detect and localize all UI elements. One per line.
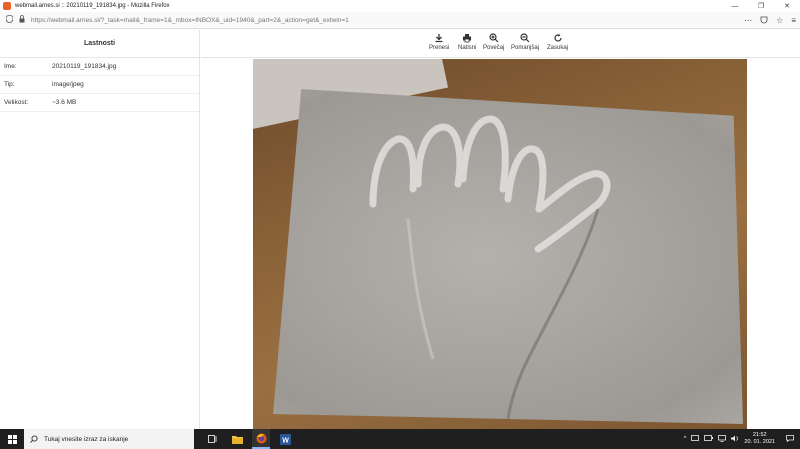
- bookmark-star-icon[interactable]: ☆: [776, 16, 783, 25]
- url-path: /?_task=mail&_frame=1&_mbox=INBOX&_uid=1…: [98, 16, 349, 24]
- firefox-favicon-icon: [3, 2, 11, 10]
- word-taskbar-button[interactable]: W: [276, 429, 294, 449]
- properties-header: Lastnosti: [0, 30, 199, 58]
- properties-panel: Lastnosti Ime: 20210119_191834.jpg Tip: …: [0, 30, 200, 429]
- windows-logo-icon: [7, 434, 17, 444]
- property-value: 20210119_191834.jpg: [52, 63, 117, 70]
- tray-volume-icon[interactable]: [731, 435, 739, 444]
- start-button[interactable]: [0, 429, 24, 449]
- page-actions-icon[interactable]: ⋯: [744, 16, 752, 25]
- menu-icon[interactable]: ≡: [791, 16, 796, 25]
- property-value: image/jpeg: [52, 81, 84, 88]
- property-label: Tip:: [4, 81, 15, 88]
- search-placeholder: Tukaj vnesite izraz za iskanje: [44, 435, 129, 443]
- task-view-icon: [208, 435, 217, 443]
- window-title: webmail.arnes.si :: 20210119_191834.jpg …: [15, 3, 170, 9]
- property-label: Velikost:: [4, 99, 29, 106]
- firefox-icon: [256, 433, 266, 443]
- notifications-icon[interactable]: [786, 434, 794, 444]
- zoom-out-label: Pomanjšaj: [511, 45, 540, 51]
- url-bar[interactable]: https://webmail.arnes.si/?_task=mail&_fr…: [0, 12, 800, 29]
- url-host: https://webmail.arnes.si: [31, 16, 99, 24]
- tray-network-icon[interactable]: [691, 434, 700, 444]
- download-label: Prenesi: [429, 45, 450, 51]
- zoom-out-icon: [520, 33, 530, 43]
- url-bar-actions: ⋯ ☆ ≡: [744, 12, 796, 29]
- zoom-in-button[interactable]: Povečaj: [483, 33, 504, 51]
- tray-battery-icon[interactable]: [704, 435, 714, 443]
- url-text[interactable]: https://webmail.arnes.si/?_task=mail&_fr…: [31, 17, 349, 24]
- property-row-type: Tip: image/jpeg: [0, 76, 199, 94]
- taskbar-search-box[interactable]: Tukaj vnesite izraz za iskanje: [24, 429, 194, 449]
- image-viewer: [201, 59, 800, 429]
- lock-icon[interactable]: [19, 15, 25, 25]
- clock-date: 20. 01. 2021: [744, 439, 775, 445]
- windows-taskbar: Tukaj vnesite izraz za iskanje W ^ 21:52…: [0, 429, 800, 449]
- browser-titlebar: webmail.arnes.si :: 20210119_191834.jpg …: [0, 0, 800, 12]
- close-button[interactable]: ✕: [774, 0, 800, 12]
- file-explorer-button[interactable]: [228, 429, 246, 449]
- tray-chevron-up-icon[interactable]: ^: [684, 436, 687, 442]
- pocket-icon[interactable]: [760, 16, 768, 26]
- photo-drawing: [369, 115, 611, 420]
- zoom-out-button[interactable]: Pomanjšaj: [511, 33, 539, 51]
- task-view-button[interactable]: [204, 429, 222, 449]
- rotate-label: Zasukaj: [547, 45, 569, 51]
- zoom-in-icon: [489, 33, 499, 43]
- taskbar-clock[interactable]: 21:52 20. 01. 2021: [744, 432, 775, 446]
- print-label: Natisni: [458, 45, 477, 51]
- word-icon-letter: W: [282, 437, 289, 444]
- shield-icon[interactable]: [5, 14, 14, 25]
- folder-icon: [231, 435, 243, 444]
- firefox-taskbar-button[interactable]: [252, 429, 270, 449]
- property-label: Ime:: [4, 63, 17, 70]
- tray-display-icon[interactable]: [718, 434, 727, 444]
- taskbar-apps: W: [204, 429, 294, 449]
- download-icon: [435, 34, 443, 43]
- rotate-button[interactable]: Zasukaj: [547, 33, 568, 51]
- viewer-toolbar: Prenesi Natisni Povečaj Pomanjšaj Zasuka…: [201, 30, 800, 58]
- download-button[interactable]: Prenesi: [429, 33, 449, 51]
- word-icon: W: [279, 433, 291, 445]
- system-tray: ^ 21:52 20. 01. 2021: [684, 429, 800, 449]
- property-row-size: Velikost: ~3.6 MB: [0, 94, 199, 112]
- property-row-name: Ime: 20210119_191834.jpg: [0, 58, 199, 76]
- search-icon: [30, 435, 38, 443]
- property-value: ~3.6 MB: [52, 99, 77, 106]
- print-icon: [463, 34, 472, 43]
- clock-time: 21:52: [752, 432, 767, 438]
- restore-button[interactable]: ❐: [748, 0, 774, 12]
- rotate-icon: [553, 33, 562, 42]
- zoom-in-label: Povečaj: [483, 45, 505, 51]
- minimize-button[interactable]: —: [722, 0, 748, 12]
- window-controls: — ❐ ✕: [722, 0, 800, 12]
- attachment-image[interactable]: [253, 59, 747, 429]
- print-button[interactable]: Natisni: [458, 33, 476, 51]
